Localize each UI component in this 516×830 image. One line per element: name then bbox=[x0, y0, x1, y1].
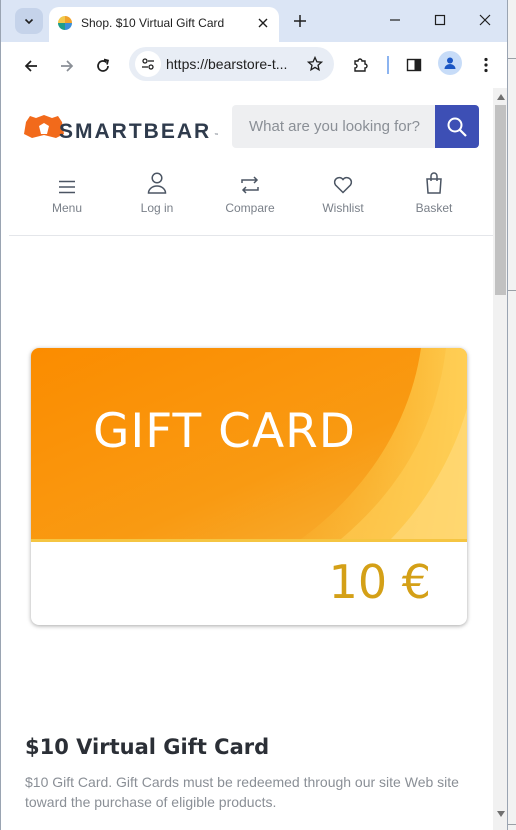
site-info-button[interactable] bbox=[135, 51, 161, 77]
browser-window: Shop. $10 Virtual Gift Card https://bear… bbox=[0, 0, 508, 830]
profile-button[interactable] bbox=[438, 51, 462, 75]
nav-login[interactable]: Log in bbox=[117, 166, 197, 226]
nav-basket[interactable]: Basket bbox=[394, 166, 474, 226]
reload-icon bbox=[97, 58, 110, 72]
close-icon bbox=[258, 18, 268, 28]
scroll-down-button[interactable] bbox=[496, 809, 505, 818]
nav-compare-label: Compare bbox=[225, 201, 275, 215]
address-bar[interactable]: https://bearstore-t... bbox=[129, 47, 334, 81]
product-description: $10 Gift Card. Gift Cards must be redeem… bbox=[25, 774, 459, 810]
scrollbar-thumb[interactable] bbox=[495, 105, 506, 295]
gift-card-divider bbox=[31, 539, 467, 542]
close-window-button[interactable] bbox=[471, 8, 499, 32]
tune-icon bbox=[142, 58, 154, 70]
toolbar-separator bbox=[387, 56, 389, 74]
maximize-button[interactable] bbox=[426, 8, 454, 32]
nav-menu[interactable]: Menu bbox=[27, 166, 107, 226]
puzzle-icon bbox=[354, 58, 368, 72]
tab-title: Shop. $10 Virtual Gift Card bbox=[81, 16, 225, 30]
gift-card-title: GIFT CARD bbox=[93, 404, 356, 459]
gift-card-amount: 10 € bbox=[328, 555, 431, 609]
star-icon bbox=[307, 56, 323, 72]
maximize-icon bbox=[434, 14, 446, 26]
side-panel-icon bbox=[406, 58, 422, 72]
minimize-button[interactable] bbox=[381, 8, 409, 32]
nav-menu-label: Menu bbox=[51, 201, 83, 215]
shop-nav: Menu Log in Compare Wishlist Basket bbox=[9, 166, 493, 236]
active-tab[interactable]: Shop. $10 Virtual Gift Card bbox=[49, 7, 279, 42]
hamburger-icon bbox=[59, 180, 75, 194]
extensions-button[interactable] bbox=[348, 52, 374, 78]
search-input[interactable] bbox=[232, 105, 435, 148]
side-panel-button[interactable] bbox=[401, 52, 427, 78]
nav-basket-label: Basket bbox=[415, 201, 453, 215]
arrow-right-icon bbox=[61, 60, 74, 72]
brand-name: SMARTBEAR bbox=[59, 120, 212, 143]
heart-icon bbox=[333, 176, 353, 194]
arrow-left-icon bbox=[24, 60, 37, 72]
background-window-edge bbox=[508, 0, 516, 830]
forward-button[interactable] bbox=[53, 52, 81, 80]
brand-trademark: ™ bbox=[214, 133, 219, 139]
web-page: SMARTBEAR ™ Menu Log in Compare bbox=[9, 88, 493, 830]
compare-icon bbox=[241, 176, 259, 194]
nav-wishlist[interactable]: Wishlist bbox=[303, 166, 383, 226]
title-bar: Shop. $10 Virtual Gift Card bbox=[1, 0, 507, 42]
site-favicon-icon bbox=[58, 16, 72, 30]
chevron-down-icon bbox=[24, 18, 34, 25]
plus-icon bbox=[294, 15, 306, 27]
page-scrollbar[interactable] bbox=[493, 88, 507, 830]
browser-menu-button[interactable] bbox=[473, 52, 499, 78]
nav-wishlist-label: Wishlist bbox=[322, 201, 364, 215]
basket-icon bbox=[426, 172, 442, 194]
nav-login-label: Log in bbox=[140, 201, 174, 215]
nav-compare[interactable]: Compare bbox=[210, 166, 290, 226]
site-search bbox=[232, 105, 435, 148]
bookmark-button[interactable] bbox=[304, 53, 326, 75]
minimize-icon bbox=[390, 19, 400, 21]
gift-card-image: GIFT CARD 10 € bbox=[31, 348, 467, 625]
scroll-up-button[interactable] bbox=[496, 92, 505, 101]
header-divider bbox=[9, 235, 493, 236]
tab-search-button[interactable] bbox=[15, 8, 43, 34]
avatar-icon bbox=[444, 57, 456, 69]
search-button[interactable] bbox=[435, 105, 479, 148]
new-tab-button[interactable] bbox=[289, 10, 311, 32]
tab-close-button[interactable] bbox=[253, 13, 273, 33]
url-text[interactable]: https://bearstore-t... bbox=[166, 56, 287, 72]
browser-toolbar: https://bearstore-t... bbox=[1, 42, 507, 88]
close-icon bbox=[479, 14, 491, 26]
triangle-down-icon bbox=[496, 810, 505, 817]
search-icon bbox=[447, 117, 467, 137]
user-icon bbox=[147, 172, 167, 194]
triangle-up-icon bbox=[496, 93, 505, 100]
more-vert-icon bbox=[484, 57, 488, 73]
reload-button[interactable] bbox=[89, 52, 117, 80]
product-title: $10 Virtual Gift Card bbox=[25, 735, 270, 759]
back-button[interactable] bbox=[17, 52, 45, 80]
